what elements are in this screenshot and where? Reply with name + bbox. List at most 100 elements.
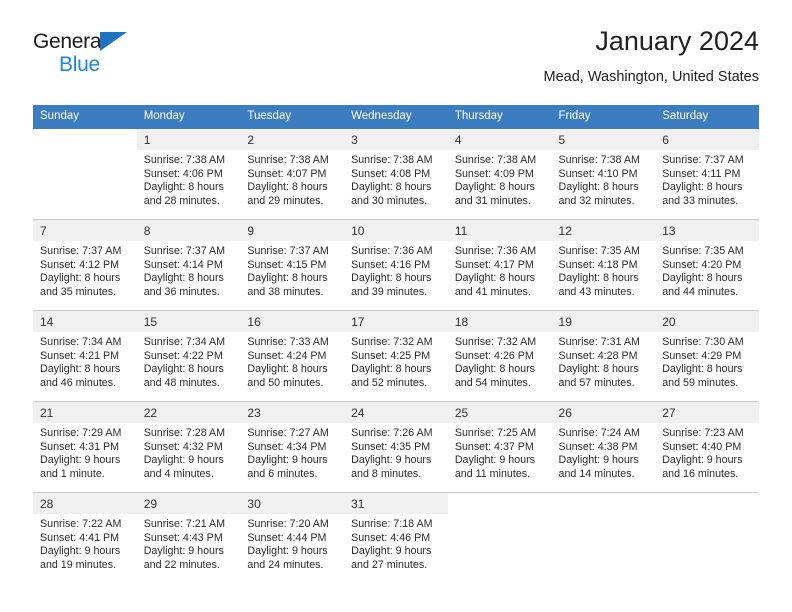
calendar-day-cell[interactable]: 21 Sunrise: 7:29 AM Sunset: 4:31 PM Dayligh… (33, 401, 137, 493)
calendar-day-cell[interactable]: 4 Sunrise: 7:38 AM Sunset: 4:09 PM Daylight… (447, 128, 552, 220)
calendar-day-cell[interactable]: 16 Sunrise: 7:33 AM Sunset: 4:24 PM Dayligh… (240, 310, 345, 402)
calendar-header-row: Sunday Monday Tuesday Wednesday Thursday Frid… (33, 105, 759, 129)
daylight-text: Daylight: 9 hours (40, 545, 121, 558)
day-number: 13 (655, 220, 759, 241)
daylight-text-cont: and 16 minutes. (662, 467, 739, 480)
sunset-text: Sunset: 4:08 PM (351, 167, 431, 180)
day-number: 5 (551, 129, 656, 150)
day-sun-info: Sunrise: 7:22 AM Sunset: 4:41 PM Daylight:… (33, 514, 137, 572)
calendar-day-cell[interactable]: 3 Sunrise: 7:38 AM Sunset: 4:08 PM Daylight… (344, 128, 448, 220)
daylight-text: Daylight: 8 hours (662, 363, 743, 376)
calendar-day-cell[interactable]: 14 Sunrise: 7:34 AM Sunset: 4:21 PM Dayligh… (33, 310, 137, 402)
calendar-day-cell[interactable]: 17 Sunrise: 7:32 AM Sunset: 4:25 PM Dayligh… (344, 310, 448, 402)
calendar-week-row: 21 Sunrise: 7:29 AM Sunset: 4:31 PM Dayligh… (33, 401, 759, 493)
calendar-page: General Blue January 2024 Mead, Washingt… (0, 0, 792, 612)
page-header: General Blue January 2024 Mead, Washingt… (33, 24, 759, 100)
calendar-day-cell[interactable]: 26 Sunrise: 7:24 AM Sunset: 4:38 PM Dayligh… (551, 401, 656, 493)
daylight-text: Daylight: 8 hours (558, 181, 639, 194)
daylight-text: Daylight: 9 hours (40, 454, 121, 467)
sunset-text: Sunset: 4:09 PM (454, 167, 534, 180)
calendar-day-cell[interactable]: 12 Sunrise: 7:35 AM Sunset: 4:18 PM Dayligh… (551, 219, 656, 311)
calendar-day-cell[interactable]: 24 Sunrise: 7:26 AM Sunset: 4:35 PM Dayligh… (344, 401, 448, 493)
daylight-text: Daylight: 9 hours (247, 454, 328, 467)
calendar-table: Sunday Monday Tuesday Wednesday Thursday Frid… (33, 105, 759, 583)
day-sun-info: Sunrise: 7:35 AM Sunset: 4:20 PM Daylight:… (655, 241, 759, 299)
sunset-text: Sunset: 4:12 PM (40, 258, 120, 271)
sunrise-text: Sunrise: 7:28 AM (143, 427, 226, 439)
sunset-text: Sunset: 4:44 PM (247, 531, 327, 544)
sunrise-text: Sunrise: 7:37 AM (662, 154, 744, 166)
daylight-text-cont: and 54 minutes. (454, 376, 531, 389)
sunrise-text: Sunrise: 7:34 AM (143, 336, 226, 348)
day-sun-info: Sunrise: 7:21 AM Sunset: 4:43 PM Daylight:… (137, 514, 241, 572)
day-number: 23 (240, 402, 345, 423)
calendar-day-cell[interactable]: 30 Sunrise: 7:20 AM Sunset: 4:44 PM Dayligh… (240, 492, 345, 583)
sunrise-text: Sunrise: 7:38 AM (454, 154, 537, 166)
calendar-day-cell[interactable]: 10 Sunrise: 7:36 AM Sunset: 4:16 PM Dayligh… (344, 219, 448, 311)
daylight-text: Daylight: 8 hours (247, 363, 328, 376)
day-number: 1 (136, 129, 241, 150)
calendar-day-cell[interactable]: 29 Sunrise: 7:21 AM Sunset: 4:43 PM Dayligh… (136, 492, 241, 583)
weekday-header-tuesday: Tuesday (240, 105, 345, 129)
calendar-day-cell[interactable]: 18 Sunrise: 7:32 AM Sunset: 4:26 PM Dayligh… (447, 310, 552, 402)
daylight-text-cont: and 36 minutes. (143, 285, 220, 298)
calendar-day-cell[interactable]: 25 Sunrise: 7:25 AM Sunset: 4:37 PM Dayligh… (447, 401, 552, 493)
calendar-day-cell[interactable]: 19 Sunrise: 7:31 AM Sunset: 4:28 PM Dayligh… (551, 310, 656, 402)
daylight-text: Daylight: 8 hours (143, 181, 224, 194)
daylight-text: Daylight: 8 hours (351, 363, 432, 376)
calendar-day-cell[interactable]: 31 Sunrise: 7:18 AM Sunset: 4:46 PM Dayligh… (344, 492, 448, 583)
calendar-day-cell[interactable]: 8 Sunrise: 7:37 AM Sunset: 4:14 PM Daylight… (136, 219, 241, 311)
day-number: 20 (655, 311, 759, 332)
daylight-text: Daylight: 8 hours (247, 181, 328, 194)
calendar-day-cell[interactable]: 1 Sunrise: 7:38 AM Sunset: 4:06 PM Daylight… (136, 128, 241, 220)
calendar-day-cell[interactable]: 20 Sunrise: 7:30 AM Sunset: 4:29 PM Dayligh… (655, 310, 759, 402)
sunset-text: Sunset: 4:15 PM (247, 258, 327, 271)
calendar-day-cell[interactable]: 5 Sunrise: 7:38 AM Sunset: 4:10 PM Daylight… (551, 128, 656, 220)
calendar-day-cell[interactable]: 27 Sunrise: 7:23 AM Sunset: 4:40 PM Dayligh… (655, 401, 759, 493)
day-number: 17 (344, 311, 448, 332)
calendar-day-cell[interactable]: 9 Sunrise: 7:37 AM Sunset: 4:15 PM Daylight… (240, 219, 345, 311)
weekday-header-wednesday: Wednesday (344, 105, 448, 129)
daylight-text-cont: and 43 minutes. (558, 285, 635, 298)
calendar-day-cell[interactable]: 15 Sunrise: 7:34 AM Sunset: 4:22 PM Dayligh… (136, 310, 241, 402)
calendar-day-cell[interactable]: 23 Sunrise: 7:27 AM Sunset: 4:34 PM Dayligh… (240, 401, 345, 493)
daylight-text: Daylight: 8 hours (351, 181, 432, 194)
calendar-day-cell[interactable]: 13 Sunrise: 7:35 AM Sunset: 4:20 PM Dayligh… (655, 219, 759, 311)
daylight-text: Daylight: 9 hours (662, 454, 743, 467)
sunset-text: Sunset: 4:35 PM (351, 440, 431, 453)
sunrise-text: Sunrise: 7:26 AM (351, 427, 433, 439)
sunset-text: Sunset: 4:24 PM (247, 349, 327, 362)
sunset-text: Sunset: 4:38 PM (558, 440, 638, 453)
calendar-day-cell[interactable]: 22 Sunrise: 7:28 AM Sunset: 4:32 PM Dayligh… (136, 401, 241, 493)
sunset-text: Sunset: 4:10 PM (558, 167, 638, 180)
sunset-text: Sunset: 4:17 PM (454, 258, 534, 271)
day-sun-info: Sunrise: 7:30 AM Sunset: 4:29 PM Daylight:… (655, 332, 759, 390)
sunset-text: Sunset: 4:32 PM (143, 440, 223, 453)
calendar-day-cell[interactable]: 6 Sunrise: 7:37 AM Sunset: 4:11 PM Daylight… (655, 128, 759, 220)
sunset-text: Sunset: 4:29 PM (662, 349, 742, 362)
day-number: 27 (655, 402, 759, 423)
daylight-text-cont: and 24 minutes. (247, 558, 324, 571)
daylight-text-cont: and 46 minutes. (40, 376, 117, 389)
page-subtitle: Mead, Washington, United States (543, 69, 759, 85)
daylight-text: Daylight: 8 hours (454, 181, 536, 194)
weekday-header-saturday: Saturday (655, 105, 759, 129)
day-number: 4 (447, 129, 552, 150)
calendar-day-cell[interactable]: 7 Sunrise: 7:37 AM Sunset: 4:12 PM Daylight… (33, 219, 137, 311)
day-number: 10 (344, 220, 448, 241)
daylight-text: Daylight: 8 hours (454, 363, 536, 376)
daylight-text-cont: and 33 minutes. (662, 194, 739, 207)
calendar-day-cell[interactable]: 11 Sunrise: 7:36 AM Sunset: 4:17 PM Dayligh… (447, 219, 552, 311)
day-sun-info: Sunrise: 7:23 AM Sunset: 4:40 PM Daylight:… (655, 423, 759, 481)
sunrise-text: Sunrise: 7:36 AM (454, 245, 537, 257)
calendar-day-cell[interactable]: 2 Sunrise: 7:38 AM Sunset: 4:07 PM Daylight… (240, 128, 345, 220)
daylight-text: Daylight: 8 hours (558, 272, 639, 285)
day-number: 25 (447, 402, 552, 423)
calendar-day-cell[interactable]: 28 Sunrise: 7:22 AM Sunset: 4:41 PM Dayligh… (33, 492, 137, 583)
daylight-text-cont: and 28 minutes. (143, 194, 220, 207)
generalblue-logo[interactable]: General Blue (33, 30, 163, 86)
daylight-text-cont: and 29 minutes. (247, 194, 324, 207)
day-sun-info: Sunrise: 7:37 AM Sunset: 4:12 PM Daylight:… (33, 241, 137, 299)
sunset-text: Sunset: 4:11 PM (662, 167, 741, 180)
sunrise-text: Sunrise: 7:34 AM (40, 336, 122, 348)
